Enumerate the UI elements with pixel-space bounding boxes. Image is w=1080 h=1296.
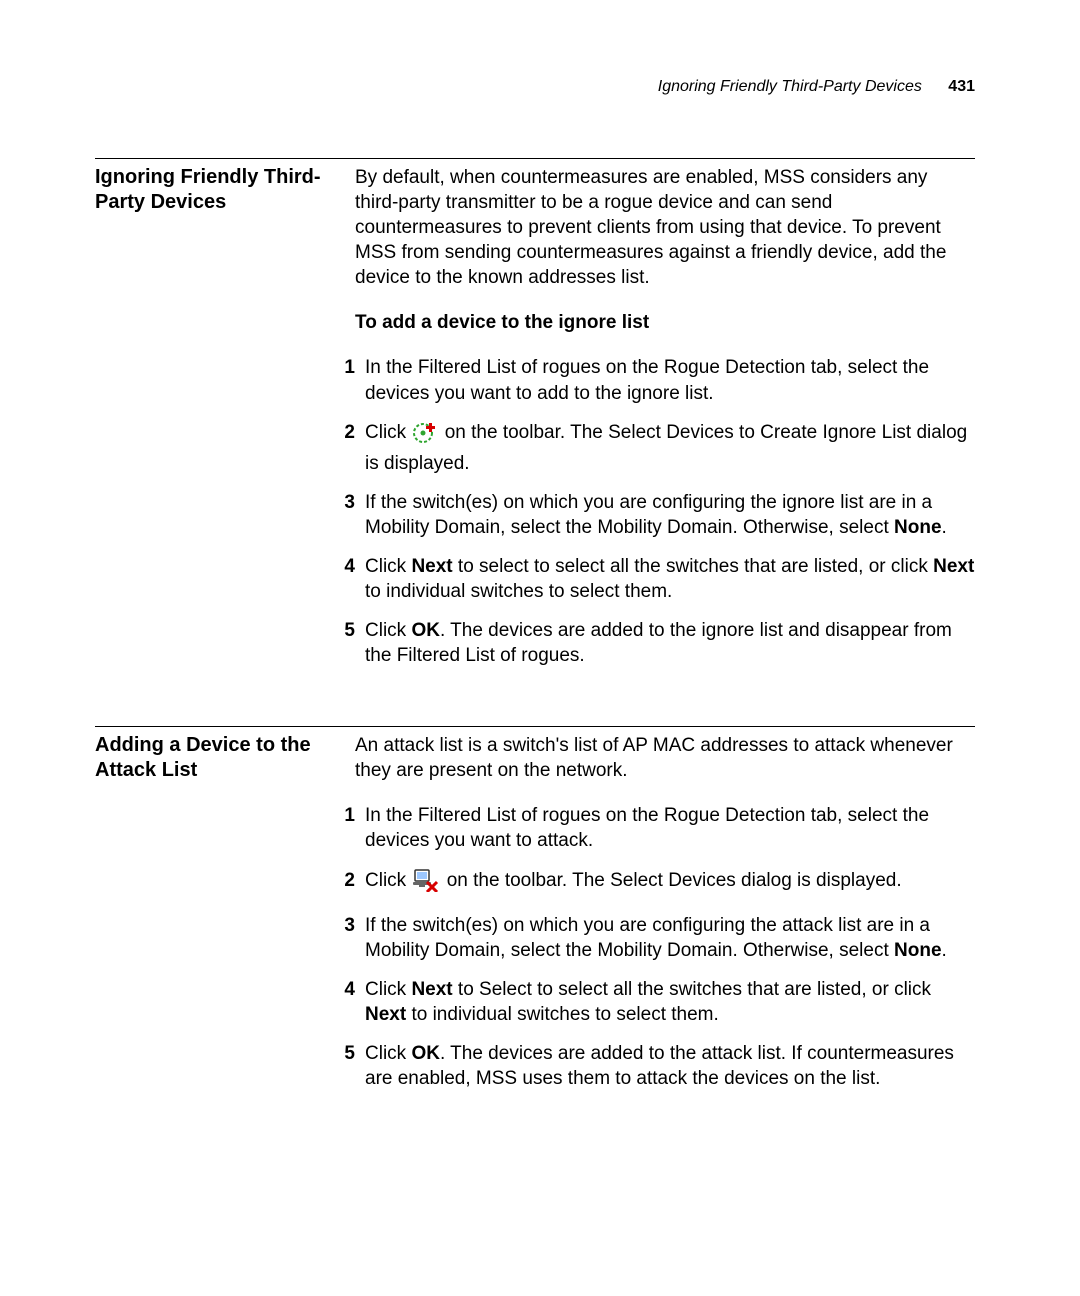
step-number: 4 — [329, 977, 365, 1002]
step-text: Click Next to select to select all the s… — [365, 554, 975, 604]
intro-paragraph: By default, when countermeasures are ena… — [355, 165, 975, 290]
step-text: Click OK. The devices are added to the i… — [365, 618, 975, 668]
step-5: 5 Click OK. The devices are added to the… — [355, 618, 975, 668]
wifi-add-icon — [413, 422, 437, 451]
step-number: 3 — [329, 913, 365, 938]
step-1: 1 In the Filtered List of rogues on the … — [355, 803, 975, 853]
step-number: 5 — [329, 1041, 365, 1066]
step-4: 4 Click Next to Select to select all the… — [355, 977, 975, 1027]
step-text: Click Next to Select to select all the s… — [365, 977, 975, 1027]
step-3: 3 If the switch(es) on which you are con… — [355, 490, 975, 540]
intro-paragraph: An attack list is a switch's list of AP … — [355, 733, 975, 783]
step-number: 2 — [329, 420, 365, 445]
section-heading: Adding a Device to the Attack List — [95, 733, 325, 1109]
step-text: Click on the toolbar. The Se — [365, 868, 975, 899]
header-title: Ignoring Friendly Third-Party Devices — [658, 78, 922, 95]
step-2: 2 Click on the toolbar. The Select Devi — [355, 420, 975, 476]
step-text: In the Filtered List of rogues on the Ro… — [365, 355, 975, 405]
running-header: Ignoring Friendly Third-Party Devices 43… — [95, 78, 975, 96]
page: Ignoring Friendly Third-Party Devices 43… — [0, 0, 1080, 1109]
section-rule — [95, 158, 975, 159]
section-ignoring: Ignoring Friendly Third-Party Devices By… — [95, 165, 975, 686]
subheading: To add a device to the ignore list — [355, 310, 975, 335]
section-content: By default, when countermeasures are ena… — [355, 165, 975, 686]
section-rule — [95, 726, 975, 727]
step-2: 2 Click — [355, 868, 975, 899]
device-attack-icon — [413, 868, 439, 899]
step-text: If the switch(es) on which you are confi… — [365, 913, 975, 963]
page-number: 431 — [948, 78, 975, 95]
section-heading: Ignoring Friendly Third-Party Devices — [95, 165, 325, 686]
step-4: 4 Click Next to select to select all the… — [355, 554, 975, 604]
step-3: 3 If the switch(es) on which you are con… — [355, 913, 975, 963]
section-content: An attack list is a switch's list of AP … — [355, 733, 975, 1109]
step-number: 1 — [329, 355, 365, 380]
step-text: In the Filtered List of rogues on the Ro… — [365, 803, 975, 853]
step-number: 5 — [329, 618, 365, 643]
step-number: 2 — [329, 868, 365, 893]
step-1: 1 In the Filtered List of rogues on the … — [355, 355, 975, 405]
step-number: 4 — [329, 554, 365, 579]
step-text: Click on the toolbar. The Select Devices… — [365, 420, 975, 476]
step-text: Click OK. The devices are added to the a… — [365, 1041, 975, 1091]
steps-list: 1 In the Filtered List of rogues on the … — [355, 803, 975, 1091]
step-number: 1 — [329, 803, 365, 828]
step-number: 3 — [329, 490, 365, 515]
step-5: 5 Click OK. The devices are added to the… — [355, 1041, 975, 1091]
steps-list: 1 In the Filtered List of rogues on the … — [355, 355, 975, 668]
section-attack: Adding a Device to the Attack List An at… — [95, 733, 975, 1109]
step-text: If the switch(es) on which you are confi… — [365, 490, 975, 540]
